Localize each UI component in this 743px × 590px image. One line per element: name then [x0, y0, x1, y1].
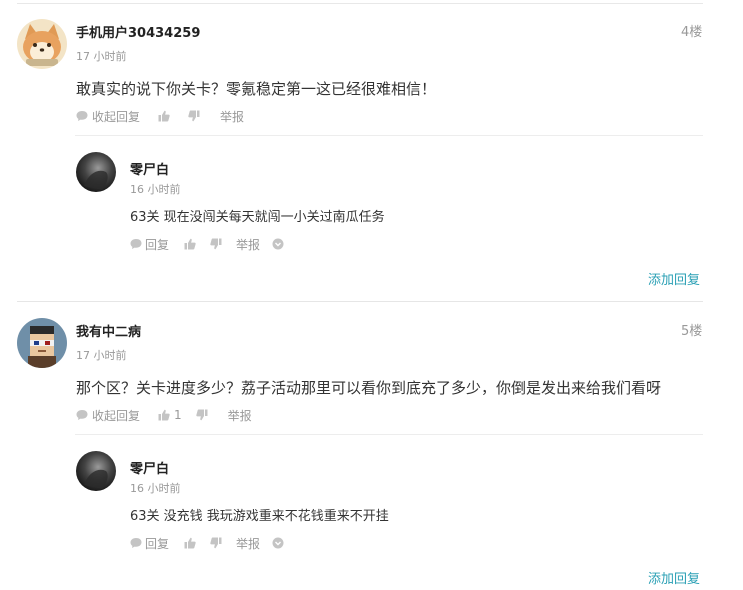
like-button[interactable]	[184, 238, 196, 250]
shiba-avatar-icon	[17, 19, 67, 69]
report-button[interactable]: 举报	[228, 407, 252, 424]
report-label: 举报	[220, 109, 245, 124]
dislike-button[interactable]	[188, 110, 200, 122]
thumbs-down-icon	[210, 537, 222, 549]
comment-divider	[17, 301, 703, 302]
avatar[interactable]	[17, 19, 67, 69]
thumbs-up-icon	[184, 238, 196, 250]
chevron-down-circle-icon	[272, 238, 284, 250]
reply-button[interactable]: 回复	[130, 236, 169, 253]
speech-bubble-icon	[130, 538, 142, 548]
comment-content: 那个区？关卡进度多少？荔子活动那里可以看你到底充了多少，你倒是发出来给我们看呀	[76, 379, 662, 397]
collapse-replies-button[interactable]: 收起回复	[76, 108, 140, 125]
comment-actions: 收起回复 举报	[76, 108, 244, 124]
dislike-button[interactable]	[210, 238, 222, 250]
report-button[interactable]: 举报	[236, 236, 260, 253]
reply-actions: 回复 举报	[130, 535, 284, 551]
pixel-character-avatar-icon	[17, 318, 67, 368]
thumbs-up-icon	[184, 537, 196, 549]
more-options-button[interactable]	[272, 238, 284, 250]
thumbs-up-icon	[158, 110, 170, 122]
collapse-replies-label: 收起回复	[92, 408, 141, 423]
dark-photo-avatar-icon	[76, 152, 116, 192]
reply-divider	[75, 434, 703, 435]
like-count: 1	[174, 408, 182, 422]
report-label: 举报	[236, 536, 261, 551]
dark-photo-avatar-icon	[76, 451, 116, 491]
reply-button[interactable]: 回复	[130, 535, 169, 552]
reply-avatar[interactable]	[76, 451, 116, 491]
top-divider	[17, 3, 703, 4]
timestamp: 17 小时前	[76, 50, 127, 63]
like-button[interactable]	[158, 110, 174, 122]
reply-actions: 回复 举报	[130, 236, 284, 252]
more-options-button[interactable]	[272, 537, 284, 549]
comment-content: 敢真实的说下你关卡？零氪稳定第一这已经很难相信！	[76, 80, 437, 98]
speech-bubble-icon	[76, 410, 88, 420]
report-button[interactable]: 举报	[236, 535, 260, 552]
report-button[interactable]: 举报	[220, 108, 244, 125]
like-button[interactable]	[184, 537, 196, 549]
speech-bubble-icon	[130, 239, 142, 249]
like-button[interactable]: 1	[158, 408, 182, 422]
collapse-replies-button[interactable]: 收起回复	[76, 407, 140, 424]
thumbs-down-icon	[210, 238, 222, 250]
reply-label: 回复	[145, 237, 170, 252]
report-label: 举报	[236, 237, 261, 252]
dislike-button[interactable]	[210, 537, 222, 549]
thumbs-up-icon	[158, 409, 170, 421]
chevron-down-circle-icon	[272, 537, 284, 549]
timestamp: 17 小时前	[76, 349, 127, 362]
reply-timestamp: 16 小时前	[130, 482, 181, 495]
reply-label: 回复	[145, 536, 170, 551]
add-reply-link[interactable]: 添加回复	[648, 269, 700, 288]
reply-divider	[75, 135, 703, 136]
reply-content: 63关 现在没闯关每天就闯一小关过南瓜任务	[130, 210, 385, 225]
reply-content: 63关 没充钱 我玩游戏重来不花钱重来不开挂	[130, 509, 389, 524]
floor-number: 5楼	[681, 324, 703, 339]
dislike-button[interactable]	[195, 409, 208, 421]
report-label: 举报	[227, 408, 252, 423]
reply-avatar[interactable]	[76, 152, 116, 192]
thumbs-down-icon	[195, 409, 208, 421]
add-reply-link[interactable]: 添加回复	[648, 568, 700, 587]
reply-username[interactable]: 零尸白	[130, 458, 169, 477]
comment-actions: 收起回复 1 举报	[76, 407, 252, 423]
username[interactable]: 手机用户30434259	[76, 22, 200, 41]
username[interactable]: 我有中二病	[76, 321, 141, 340]
avatar[interactable]	[17, 318, 67, 368]
reply-timestamp: 16 小时前	[130, 183, 181, 196]
floor-number: 4楼	[681, 25, 703, 40]
thumbs-down-icon	[188, 110, 200, 122]
speech-bubble-icon	[76, 111, 88, 121]
collapse-replies-label: 收起回复	[92, 109, 141, 124]
reply-username[interactable]: 零尸白	[130, 159, 169, 178]
